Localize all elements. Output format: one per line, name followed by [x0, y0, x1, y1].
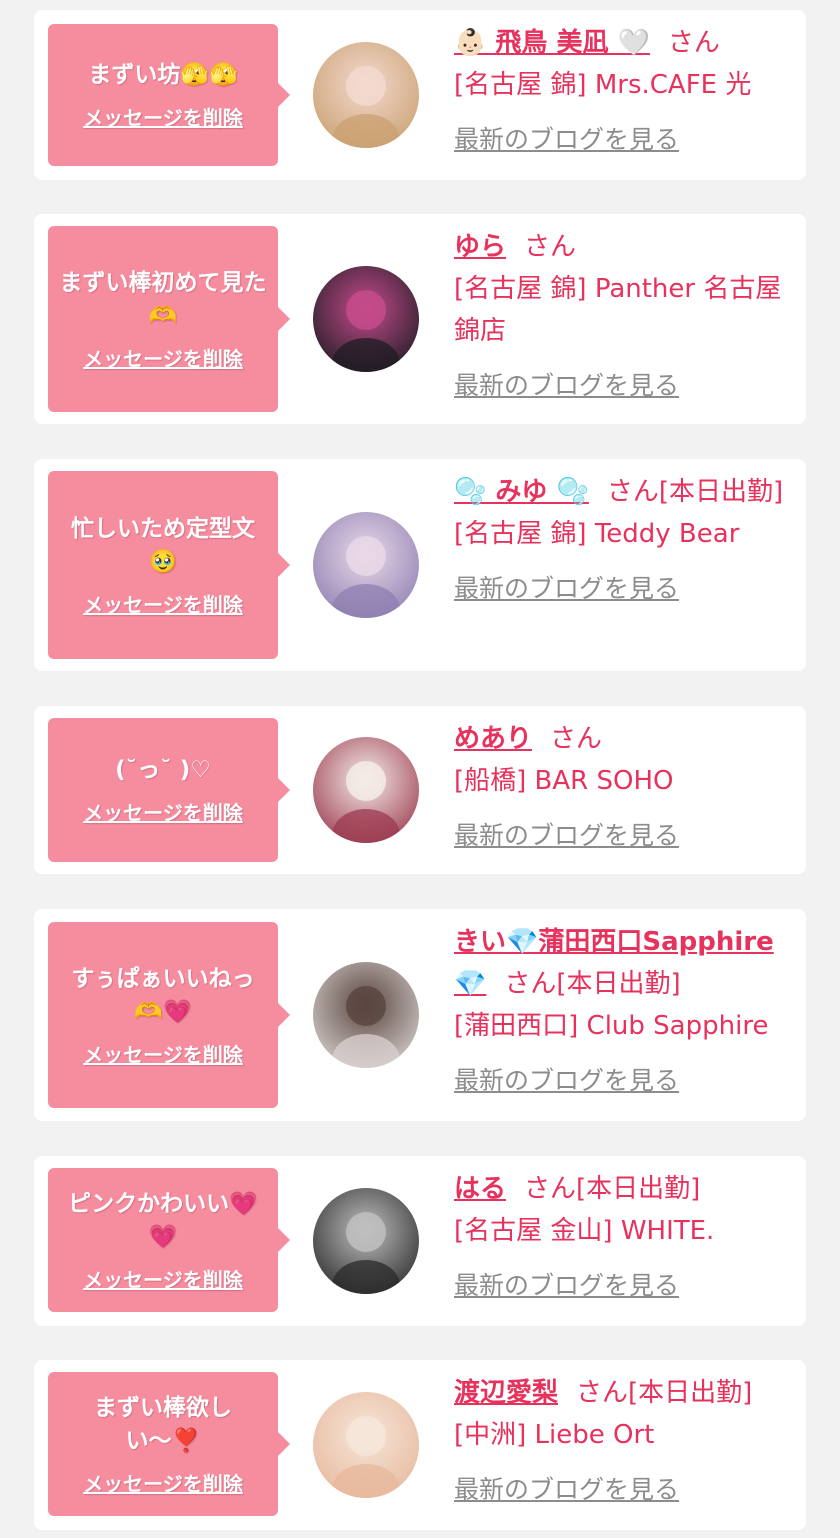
delete-message-link[interactable]: メッセージを削除 — [83, 589, 243, 618]
latest-blog-link[interactable]: 最新のブログを見る — [454, 120, 679, 156]
message-bubble: (˘っ˘ )♡ メッセージを削除 — [48, 718, 290, 862]
cast-info: 渡辺愛梨 さん[本日出勤] [中洲] Liebe Ort 最新のブログを見る — [454, 1372, 794, 1506]
cast-name-line: きい💎蒲田西口Sapphire💎 さん[本日出勤] — [454, 921, 794, 1005]
message-card: まずい坊🫣🫣 メッセージを削除 👶🏻 飛鳥 美凪 🤍 さん [名古屋 錦] Mr… — [34, 10, 806, 180]
avatar[interactable] — [313, 962, 419, 1068]
cast-info: 🫧 みゆ 🫧 さん[本日出勤] [名古屋 錦] Teddy Bear 最新のブログ… — [454, 471, 794, 605]
cast-name-line: はる さん[本日出勤] — [454, 1168, 794, 1210]
latest-blog-link[interactable]: 最新のブログを見る — [454, 1266, 679, 1302]
honorific-label: さん — [550, 724, 603, 754]
message-text: 忙しいため定型文🥹 — [71, 515, 255, 575]
cast-name-line: めあり さん — [454, 718, 794, 760]
shop-label: [名古屋 錦] Mrs.CAFE 光 — [454, 70, 752, 100]
shop-label: [蒲田西口] Club Sapphire — [454, 1011, 769, 1041]
message-text: まずい棒欲しい〜❣️ — [94, 1394, 232, 1454]
avatar[interactable] — [313, 266, 419, 372]
cast-info: きい💎蒲田西口Sapphire💎 さん[本日出勤] [蒲田西口] Club Sap… — [454, 921, 794, 1097]
latest-blog-link[interactable]: 最新のブログを見る — [454, 816, 679, 852]
delete-message-link[interactable]: メッセージを削除 — [83, 1264, 243, 1293]
message-card: まずい棒欲しい〜❣️ メッセージを削除 渡辺愛梨さん[本日出勤] [中洲] L — [34, 1360, 806, 1530]
cast-info: めあり さん [船橋] BAR SOHO 最新のブログを見る — [454, 718, 794, 852]
cast-name-line: 👶🏻 飛鳥 美凪 🤍 さん — [454, 22, 794, 64]
message-bubble: まずい棒欲しい〜❣️ メッセージを削除 — [48, 1372, 290, 1516]
cast-info: はる さん[本日出勤] [名古屋 金山] WHITE. 最新のブログを見る — [454, 1168, 794, 1302]
message-bubble: ピンクかわいい💗💗 メッセージを削除 — [48, 1168, 290, 1312]
message-card: 忙しいため定型文🥹 メッセージを削除 🫧 みゆ 🫧 さん[本日出勤] [名古屋 … — [34, 459, 806, 671]
delete-message-link[interactable]: メッセージを削除 — [83, 1039, 243, 1068]
cast-name-line: ゆら さん — [454, 226, 794, 268]
honorific-label: さん — [667, 28, 720, 58]
latest-blog-link[interactable]: 最新のブログを見る — [454, 569, 679, 605]
avatar[interactable] — [313, 512, 419, 618]
message-card: すぅぱぁいいねっ🫶💗 メッセージを削除 きい💎蒲田西口Sapphire💎 さん[本… — [34, 909, 806, 1121]
cast-info: ゆら さん [名古屋 錦] Panther 名古屋錦店 最新のブログを見る — [454, 226, 794, 402]
message-text: (˘っ˘ )♡ — [115, 757, 211, 783]
cast-name-link[interactable]: めあり — [454, 724, 532, 754]
shop-label: [船橋] BAR SOHO — [454, 766, 674, 796]
delete-message-link[interactable]: メッセージを削除 — [83, 343, 243, 372]
honorific-label: さん[本日出勤] — [524, 1174, 701, 1204]
shop-label: [名古屋 金山] WHITE. — [454, 1216, 715, 1246]
honorific-label: さん[本日出勤] — [606, 477, 784, 507]
shop-label: [名古屋 錦] Teddy Bear — [454, 519, 740, 549]
message-card: まずい棒初めて見た🫶 メッセージを削除 ゆら さん [名古屋 錦] Panthe… — [34, 214, 806, 424]
message-text: ピンクかわいい💗💗 — [68, 1190, 258, 1250]
message-card: ピンクかわいい💗💗 メッセージを削除 はる さん[本日出勤] [名古屋 金山] … — [34, 1156, 806, 1326]
cast-name-link[interactable]: 渡辺愛梨 — [454, 1378, 558, 1408]
latest-blog-link[interactable]: 最新のブログを見る — [454, 366, 679, 402]
message-text: まずい坊🫣🫣 — [88, 62, 238, 88]
shop-label: [名古屋 錦] Panther 名古屋錦店 — [454, 274, 782, 346]
cast-info: 👶🏻 飛鳥 美凪 🤍 さん [名古屋 錦] Mrs.CAFE 光 最新のブログを見… — [454, 22, 794, 156]
honorific-label: さん[本日出勤] — [576, 1378, 753, 1408]
cast-name-link[interactable]: ゆら — [454, 232, 506, 262]
message-bubble: まずい棒初めて見た🫶 メッセージを削除 — [48, 226, 290, 412]
message-text: すぅぱぁいいねっ🫶💗 — [71, 965, 255, 1025]
honorific-label: さん[本日出勤] — [504, 969, 681, 999]
latest-blog-link[interactable]: 最新のブログを見る — [454, 1470, 679, 1506]
delete-message-link[interactable]: メッセージを削除 — [83, 797, 243, 826]
delete-message-link[interactable]: メッセージを削除 — [83, 102, 243, 131]
message-bubble: まずい坊🫣🫣 メッセージを削除 — [48, 24, 290, 166]
honorific-label: さん — [524, 232, 577, 262]
latest-blog-link[interactable]: 最新のブログを見る — [454, 1061, 679, 1097]
message-card: (˘っ˘ )♡ メッセージを削除 めあり さん [船橋] BAR SOHO 最新… — [34, 706, 806, 874]
message-bubble: 忙しいため定型文🥹 メッセージを削除 — [48, 471, 290, 659]
cast-name-link[interactable]: はる — [454, 1174, 506, 1204]
delete-message-link[interactable]: メッセージを削除 — [83, 1468, 243, 1497]
shop-label: [中洲] Liebe Ort — [454, 1420, 655, 1450]
avatar[interactable] — [313, 1188, 419, 1294]
avatar[interactable] — [313, 1392, 419, 1498]
cast-name-link[interactable]: 👶🏻 飛鳥 美凪 🤍 — [454, 28, 650, 58]
avatar[interactable] — [313, 42, 419, 148]
cast-name-link[interactable]: 🫧 みゆ 🫧 — [454, 477, 589, 507]
cast-name-line: 渡辺愛梨 さん[本日出勤] — [454, 1372, 794, 1414]
cast-name-line: 🫧 みゆ 🫧 さん[本日出勤] — [454, 471, 794, 513]
avatar[interactable] — [313, 737, 419, 843]
message-bubble: すぅぱぁいいねっ🫶💗 メッセージを削除 — [48, 922, 290, 1108]
message-text: まずい棒初めて見た🫶 — [59, 269, 267, 329]
